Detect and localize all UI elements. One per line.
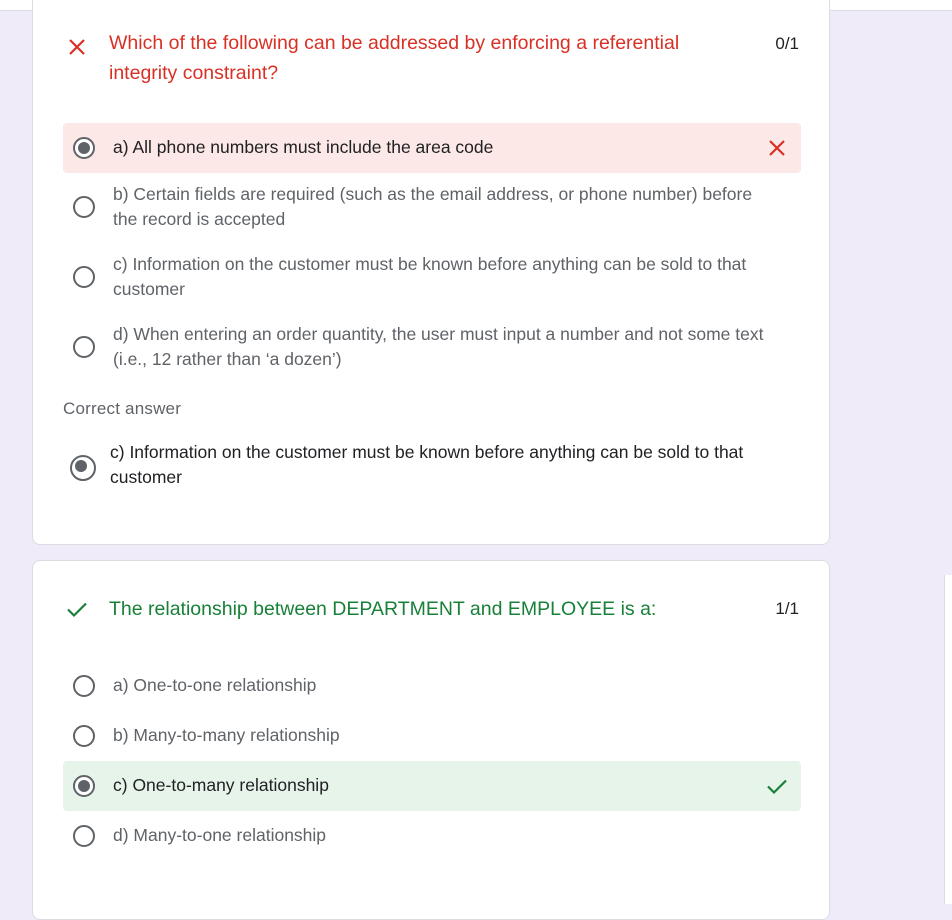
x-icon [769, 140, 785, 156]
option-d[interactable]: d) Many-to-one relationship [63, 823, 801, 849]
radio-button[interactable] [73, 336, 95, 358]
option-label: d) When entering an order quantity, the … [113, 324, 764, 369]
right-side-panel [944, 575, 952, 904]
option-d[interactable]: d) When entering an order quantity, the … [63, 322, 801, 372]
option-label: d) Many-to-one relationship [113, 825, 327, 845]
option-c[interactable]: c) One-to-many relationship [63, 761, 801, 811]
question-text: The relationship between DEPARTMENT and … [109, 598, 657, 620]
radio-button[interactable] [73, 196, 95, 218]
question-card-2: The relationship between DEPARTMENT and … [32, 560, 830, 920]
option-c[interactable]: c) Information on the customer must be k… [63, 252, 801, 302]
question-points: 0/1 [775, 34, 799, 53]
option-label: b) Certain fields are required (such as … [113, 184, 753, 229]
correct-answer-option: c) Information on the customer must be k… [63, 440, 801, 490]
question-text: Which of the following can be addressed … [109, 32, 680, 84]
option-label: c) Information on the customer must be k… [110, 442, 744, 487]
question-points: 1/1 [775, 599, 799, 618]
option-a[interactable]: a) All phone numbers must include the ar… [63, 123, 801, 173]
question-header: Which of the following can be addressed … [65, 31, 799, 93]
question-header: The relationship between DEPARTMENT and … [65, 594, 799, 626]
option-a[interactable]: a) One-to-one relationship [63, 673, 801, 699]
correct-answer-title: Correct answer [63, 399, 182, 418]
radio-button[interactable] [73, 675, 95, 697]
option-label: b) Many-to-many relationship [113, 725, 340, 745]
option-label: a) One-to-one relationship [113, 675, 317, 695]
radio-button[interactable] [73, 725, 95, 747]
option-b[interactable]: b) Certain fields are required (such as … [63, 182, 801, 232]
radio-button[interactable] [73, 266, 95, 288]
question-card-1: Which of the following can be addressed … [32, 0, 830, 545]
radio-button[interactable] [73, 775, 95, 797]
x-icon [69, 39, 85, 55]
option-label: c) Information on the customer must be k… [113, 254, 747, 299]
option-label: c) One-to-many relationship [113, 775, 329, 795]
radio-button[interactable] [73, 137, 95, 159]
radio-button[interactable] [73, 825, 95, 847]
option-label: a) All phone numbers must include the ar… [113, 137, 494, 157]
check-icon [767, 779, 787, 795]
option-b[interactable]: b) Many-to-many relationship [63, 723, 801, 749]
radio-button [70, 455, 96, 481]
check-icon [67, 602, 87, 618]
